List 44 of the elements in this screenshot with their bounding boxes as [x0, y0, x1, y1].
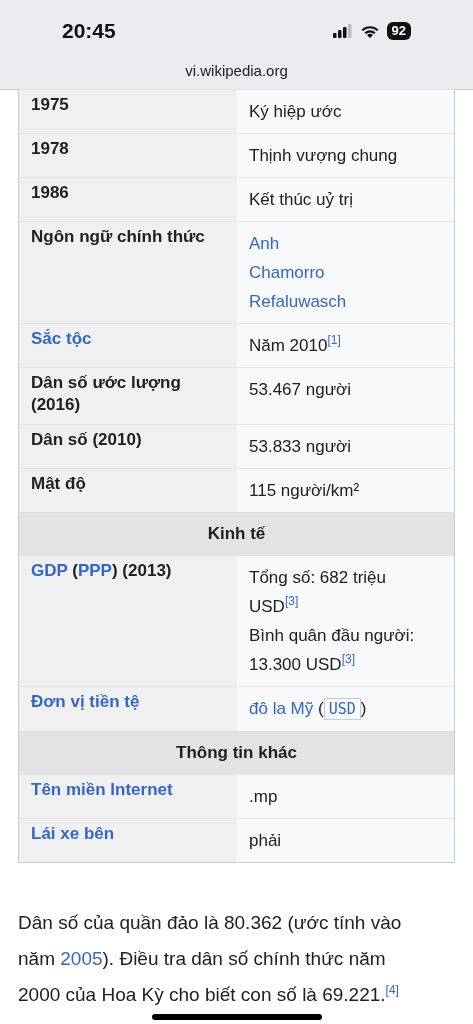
row-value: Tổng số: 682 triệu USD$^{[3]}$ Bình quân đầu người: 13.300 USD$^{[3]}$	[237, 556, 454, 686]
row-value: Năm 2010$^{[1]}$	[237, 324, 454, 367]
label-link[interactable]: GDP	[31, 561, 68, 580]
section-header: Thông tin khác	[19, 731, 454, 774]
label-text: 1978	[31, 139, 69, 158]
row-value: phải	[237, 819, 454, 862]
text-link[interactable]: Anh	[249, 234, 280, 253]
row-value: đô la Mỹ ( USD )	[237, 687, 454, 731]
label-link[interactable]: Tên miền Internet	[31, 780, 173, 799]
body-paragraph: Dân số của quần đảo là 80.362 (ước tính vào năm 2005). Điều tra dân số chính thức năm 2000 của Hoa Kỳ cho biết con số là 69.221.$^{[4]}$	[18, 911, 403, 1007]
label-text: Ngôn ngữ chính thức	[31, 227, 205, 246]
label-link[interactable]: Đơn vị tiền tệ	[31, 692, 140, 711]
row-value: 53.833 người	[237, 425, 454, 468]
battery-level: 92	[386, 22, 411, 40]
reference-link[interactable]: [1]	[327, 333, 341, 348]
reference-link[interactable]: [3]	[284, 594, 299, 609]
text-link[interactable]: 2005	[60, 948, 103, 969]
row-value: .mp	[237, 775, 454, 818]
status-time: 20:45	[62, 19, 116, 43]
label-text: ) (2013)	[111, 561, 172, 580]
label-text: 1986	[31, 183, 69, 202]
row-value: Ký hiệp ước	[237, 90, 454, 133]
label-text: (	[71, 561, 78, 580]
label-link[interactable]: PPP	[77, 561, 112, 580]
row-value: Thịnh vượng chung	[237, 134, 454, 177]
label-text: Dân số (2010)	[31, 430, 142, 449]
label-text: 1975	[31, 95, 69, 114]
section-header: Kinh tế	[19, 512, 454, 555]
label-text: Dân số ước lượng (2016)	[31, 373, 181, 414]
reference-link[interactable]: [4]	[385, 982, 399, 997]
label-text: Mật độ	[31, 474, 86, 493]
wifi-icon	[359, 23, 380, 39]
text-link[interactable]: đô la Mỹ	[249, 699, 314, 718]
text-link[interactable]: Refaluwasch	[249, 292, 347, 311]
row-value: Kết thúc uỷ trị	[237, 178, 454, 221]
row-value: 53.467 người	[237, 368, 454, 424]
address-bar[interactable]: vi.wikipedia.org	[0, 62, 473, 89]
reference-link[interactable]: [3]	[341, 652, 355, 667]
row-value: 115 người/km²	[237, 469, 454, 512]
signal-icon	[332, 24, 353, 38]
label-link[interactable]: Lái xe bên	[31, 824, 115, 843]
label-link[interactable]: Sắc tộc	[31, 329, 92, 348]
text-link[interactable]: Chamorro	[249, 263, 325, 282]
currency-code: USD	[323, 698, 361, 720]
